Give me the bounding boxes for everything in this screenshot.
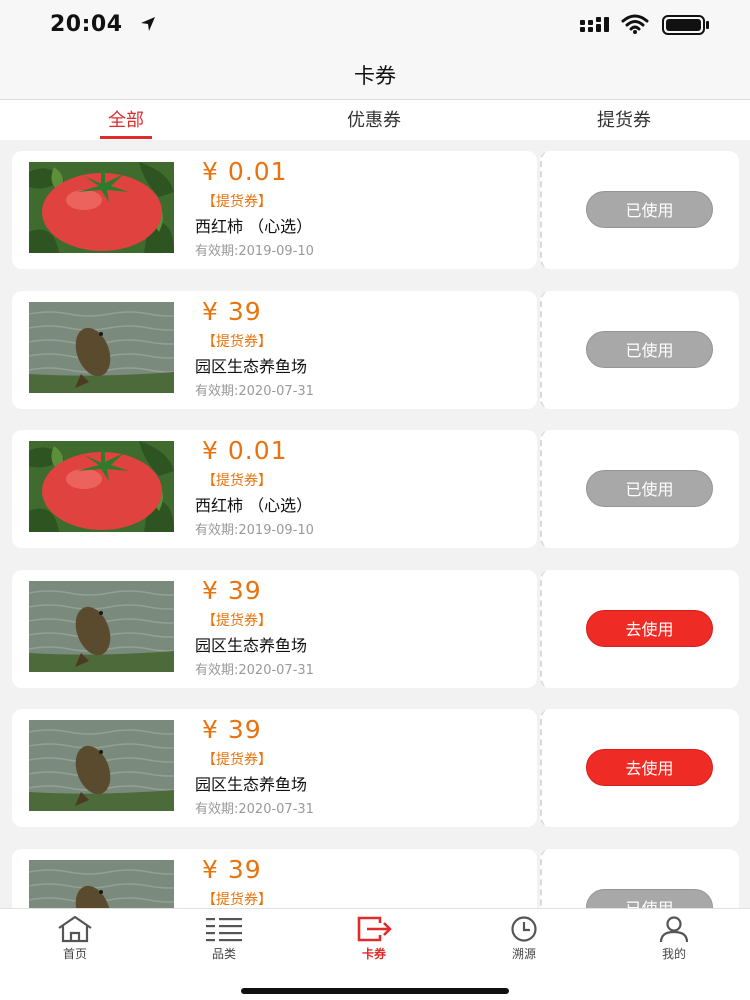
wifi-icon (621, 14, 649, 34)
coupon-card[interactable]: ¥ 39 【提货券】 园区生态养鱼场 有效期:2020-07-31 去使用 (12, 569, 739, 688)
coupon-info[interactable]: ¥ 0.01 【提货券】 西红柿 （心选） 有效期:2019-09-10 (12, 151, 537, 269)
fish-pond-product-image (29, 720, 174, 811)
coupon-action-area: 去使用 (540, 569, 739, 688)
used-button[interactable]: 已使用 (586, 191, 713, 228)
used-button[interactable]: 已使用 (586, 330, 713, 368)
category-icon (206, 918, 242, 942)
tab-pickup-coupons[interactable]: 提货券 (574, 106, 674, 140)
coupon-info[interactable]: ¥ 39 【提货券】 园区生态养鱼场 有效期:2020-07-31 (12, 290, 537, 409)
status-bar: 20:04 (0, 0, 750, 50)
use-now-button[interactable]: 去使用 (586, 749, 713, 786)
tabbar-label-mine: 我的 (661, 947, 686, 961)
used-button[interactable]: 已使用 (586, 888, 713, 908)
tomato-product-image (29, 441, 174, 532)
bottom-tab-bar: 首页 品类 卡券 溯源 我的 (0, 908, 750, 1000)
fish-pond-product-image (29, 859, 174, 908)
home-icon (58, 915, 92, 943)
tabbar-item-trace[interactable]: 溯源 (474, 915, 574, 975)
coupon-validity: 有效期:2020-07-31 (195, 662, 314, 678)
coupon-product-name: 西红柿 （心选） (195, 496, 313, 515)
tabbar-label-coupons: 卡券 (361, 947, 386, 961)
coupon-price: ¥ 0.01 (202, 436, 288, 465)
coupon-type: 【提货券】 (202, 612, 272, 629)
page-title: 卡券 (354, 64, 396, 88)
coupon-info[interactable]: ¥ 39 【提货券】 (12, 848, 537, 908)
battery-icon (662, 15, 709, 35)
coupon-price: ¥ 39 (202, 715, 262, 744)
fish-pond-product-image (29, 301, 174, 393)
coupon-type: 【提货券】 (202, 473, 272, 489)
fish-pond-product-image (29, 580, 174, 672)
coupon-type: 【提货券】 (202, 194, 272, 210)
coupon-product-name: 园区生态养鱼场 (195, 775, 308, 794)
tabbar-label-home: 首页 (62, 947, 87, 961)
used-button[interactable]: 已使用 (586, 470, 713, 507)
coupon-price: ¥ 39 (202, 854, 262, 884)
coupon-list[interactable]: ¥ 0.01 【提货券】 西红柿 （心选） 有效期:2019-09-10 已使用… (0, 140, 750, 908)
coupon-type: 【提货券】 (202, 333, 272, 350)
tab-all[interactable]: 全部 (76, 106, 176, 140)
user-icon (659, 916, 689, 943)
nav-bar: 卡券 (0, 50, 750, 100)
coupon-action-area: 去使用 (540, 709, 739, 827)
coupon-price: ¥ 39 (202, 296, 262, 326)
coupon-product-name: 园区生态养鱼场 (195, 635, 308, 655)
tabbar-label-trace: 溯源 (511, 947, 536, 961)
clock-icon (511, 916, 537, 942)
coupon-product-name: 园区生态养鱼场 (195, 356, 308, 376)
coupon-card[interactable]: ¥ 39 【提货券】 园区生态养鱼场 有效期:2020-07-31 去使用 (12, 709, 739, 827)
home-indicator (241, 988, 509, 994)
coupon-card[interactable]: ¥ 0.01 【提货券】 西红柿 （心选） 有效期:2019-09-10 已使用 (12, 430, 739, 548)
coupon-product-name: 西红柿 （心选） (195, 217, 313, 236)
tabbar-item-home[interactable]: 首页 (25, 915, 125, 975)
tabbar-item-category[interactable]: 品类 (174, 915, 274, 975)
coupon-info[interactable]: ¥ 0.01 【提货券】 西红柿 （心选） 有效期:2019-09-10 (12, 430, 537, 548)
use-now-button[interactable]: 去使用 (586, 609, 713, 647)
tabbar-item-coupons[interactable]: 卡券 (324, 915, 424, 975)
location-arrow-icon (141, 17, 155, 31)
coupon-validity: 有效期:2019-09-10 (195, 523, 314, 538)
coupon-card[interactable]: ¥ 39 【提货券】 已使用 (12, 848, 739, 908)
coupon-action-area: 已使用 (540, 151, 739, 269)
tabbar-label-category: 品类 (211, 947, 236, 961)
coupon-card[interactable]: ¥ 0.01 【提货券】 西红柿 （心选） 有效期:2019-09-10 已使用 (12, 151, 739, 269)
coupon-type: 【提货券】 (202, 752, 272, 768)
coupon-price: ¥ 0.01 (202, 157, 288, 186)
coupon-validity: 有效期:2019-09-10 (195, 244, 314, 259)
coupon-icon (357, 916, 392, 942)
tomato-product-image (29, 162, 174, 253)
signal-icon (580, 17, 609, 32)
coupon-info[interactable]: ¥ 39 【提货券】 园区生态养鱼场 有效期:2020-07-31 (12, 569, 537, 688)
active-tab-indicator (100, 136, 152, 139)
tabbar-item-mine[interactable]: 我的 (624, 915, 724, 975)
coupon-validity: 有效期:2020-07-31 (195, 802, 314, 817)
coupon-action-area: 已使用 (540, 848, 739, 908)
coupon-price: ¥ 39 (202, 575, 262, 605)
status-time: 20:04 (50, 12, 123, 37)
coupon-info[interactable]: ¥ 39 【提货券】 园区生态养鱼场 有效期:2020-07-31 (12, 709, 537, 827)
coupon-action-area: 已使用 (540, 290, 739, 409)
coupon-type: 【提货券】 (202, 891, 272, 908)
filter-tabs: 全部 优惠券 提货券 (0, 100, 750, 140)
tab-discount-coupons[interactable]: 优惠券 (324, 106, 424, 140)
coupon-validity: 有效期:2020-07-31 (195, 383, 314, 399)
coupon-card[interactable]: ¥ 39 【提货券】 园区生态养鱼场 有效期:2020-07-31 已使用 (12, 290, 739, 409)
coupon-action-area: 已使用 (540, 430, 739, 548)
